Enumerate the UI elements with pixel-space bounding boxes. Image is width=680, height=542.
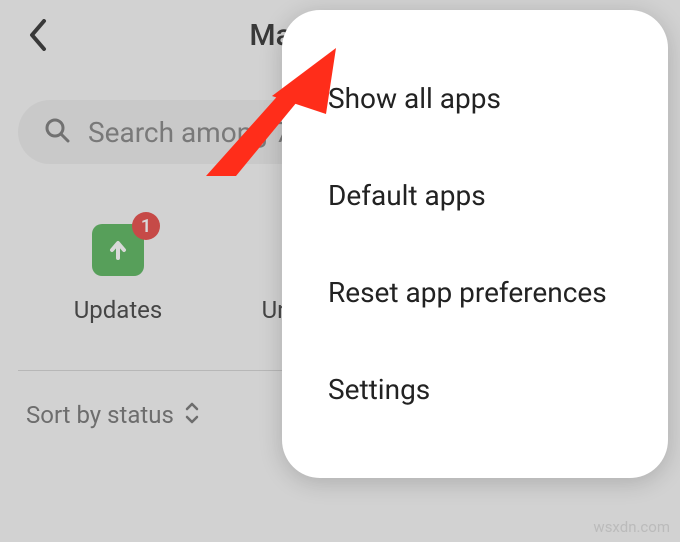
sort-chevron-icon — [184, 402, 200, 428]
overflow-menu: Show all apps Default apps Reset app pre… — [282, 10, 668, 478]
watermark: wsxdn.com — [593, 518, 670, 536]
updates-tile[interactable]: 1 Updates — [58, 222, 178, 324]
menu-item-reset-app-preferences[interactable]: Reset app preferences — [282, 244, 668, 341]
menu-item-default-apps[interactable]: Default apps — [282, 147, 668, 244]
sort-label: Sort by status — [26, 401, 174, 429]
updates-label: Updates — [74, 296, 163, 324]
menu-item-show-all-apps[interactable]: Show all apps — [282, 50, 668, 147]
menu-item-settings[interactable]: Settings — [282, 341, 668, 438]
updates-badge: 1 — [132, 212, 160, 240]
search-icon — [44, 117, 70, 147]
